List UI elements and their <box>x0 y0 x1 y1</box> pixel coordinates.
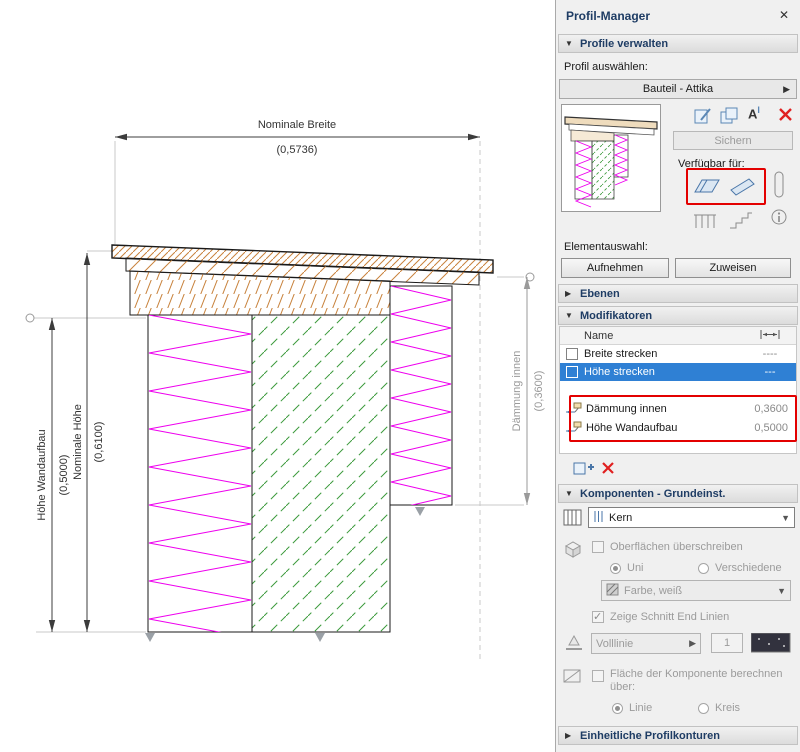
component-icon <box>562 507 584 532</box>
section-komponenten[interactable]: ▼ Komponenten - Grundeinst. <box>558 484 798 503</box>
new-profile-icon[interactable] <box>692 106 714 129</box>
flyout-arrow-icon: ▶ <box>689 638 696 649</box>
available-for-label: Verfügbar für: <box>678 158 745 170</box>
stair-tool-icon[interactable] <box>728 210 754 233</box>
modifier-dimension-icon <box>560 421 586 434</box>
railing-tool-icon[interactable] <box>692 210 718 233</box>
dim-insulation-label: Dämmung innen <box>511 351 523 432</box>
linetype-dropdown[interactable]: Volllinie ▶ <box>591 633 701 654</box>
beam-tool-icon[interactable] <box>728 174 758 201</box>
profile-select-label: Profil auswählen: <box>564 61 648 73</box>
expand-triangle-icon: ▶ <box>565 731 574 740</box>
element-selection-label: Elementauswahl: <box>564 241 648 253</box>
linie-radio[interactable]: Linie <box>612 702 652 714</box>
section-ebenen[interactable]: ▶ Ebenen <box>558 284 798 303</box>
wall-tool-icon[interactable] <box>692 174 722 201</box>
section-profile-verwalten[interactable]: ▼ Profile verwalten <box>558 34 798 53</box>
chevron-down-icon: ▼ <box>777 586 786 596</box>
surface-swatch-icon <box>606 583 619 599</box>
pen-color-button[interactable] <box>751 633 791 656</box>
kreis-radio[interactable]: Kreis <box>698 702 740 714</box>
stretch-extent-icon <box>744 330 796 342</box>
area-calc-checkbox[interactable]: Fläche der Komponente berechnen über: <box>592 668 790 694</box>
panel-title: Profil-Manager <box>566 9 650 23</box>
cut-end-lines-checkbox[interactable]: Zeige Schnitt End Linien <box>592 611 729 623</box>
checkbox[interactable] <box>592 541 604 553</box>
collapse-triangle-icon: ▼ <box>565 39 574 48</box>
profile-dropdown[interactable]: Bauteil - Attika ▶ <box>559 79 797 99</box>
chevron-down-icon: ▼ <box>781 513 790 523</box>
dim-width-label: Nominale Breite <box>258 119 336 131</box>
pen-line-icon <box>564 633 584 656</box>
dimension-width: Nominale Breite (0,5736) <box>115 119 480 156</box>
dimension-nominal-height: Nominale Höhe (0,6100) <box>72 253 105 632</box>
dimension-wall-height: Höhe Wandaufbau (0,5000) <box>36 318 70 632</box>
pen-number-field[interactable]: 1 <box>711 633 743 653</box>
modifier-list: Name Breite strecken ---- Höhe strecken … <box>559 326 797 454</box>
profil-manager-panel: Profil-Manager ✕ ▼ Profile verwalten Pro… <box>555 0 800 752</box>
profile-drawing-svg: Nominale Breite (0,5736) Höhe Wandaufbau… <box>0 0 555 752</box>
profile-dropdown-value: Bauteil - Attika <box>643 83 713 95</box>
exterior-insulation-layer <box>148 315 252 657</box>
radio-button[interactable] <box>698 703 709 714</box>
linetype-value: Volllinie <box>596 638 633 650</box>
rename-profile-icon[interactable]: AI <box>748 105 760 121</box>
profile-preview <box>561 104 661 212</box>
modifier-dimension-icon <box>560 402 586 415</box>
checkbox[interactable] <box>566 366 578 378</box>
close-icon[interactable]: ✕ <box>776 7 792 23</box>
uni-radio[interactable]: Uni <box>610 562 644 574</box>
dim-wall-height-value: (0,5000) <box>58 455 70 496</box>
dim-width-value: (0,5736) <box>277 144 318 156</box>
add-modifier-icon[interactable] <box>572 459 594 480</box>
component-dropdown-value: Kern <box>609 512 632 524</box>
name-column-header: Name <box>560 330 744 342</box>
param-row-hoehe-wandaufbau[interactable]: Höhe Wandaufbau 0,5000 <box>560 418 796 437</box>
dimension-insulation: Dämmung innen (0,3600) <box>511 277 545 505</box>
dim-nominal-height-label: Nominale Höhe <box>72 404 84 480</box>
surface-color-dropdown[interactable]: Farbe, weiß ▼ <box>601 580 791 601</box>
radio-button[interactable] <box>698 563 709 574</box>
radio-button[interactable] <box>610 563 621 574</box>
modifier-row-breite-strecken[interactable]: Breite strecken ---- <box>560 345 796 363</box>
dim-wall-height-label: Höhe Wandaufbau <box>36 429 48 520</box>
surface-override-icon <box>562 538 584 563</box>
interior-insulation-layer <box>390 286 452 524</box>
dim-nominal-height-value: (0,6100) <box>93 422 105 463</box>
checkbox[interactable] <box>592 611 604 623</box>
info-icon[interactable] <box>770 208 788 229</box>
verschiedene-radio[interactable]: Verschiedene <box>698 562 782 574</box>
collapse-triangle-icon: ▼ <box>565 311 574 320</box>
drawing-canvas[interactable]: Nominale Breite (0,5736) Höhe Wandaufbau… <box>0 0 555 752</box>
checkbox[interactable] <box>566 348 578 360</box>
column-tool-icon[interactable] <box>772 170 786 203</box>
component-dropdown[interactable]: Kern ▼ <box>588 507 795 528</box>
delete-profile-icon[interactable] <box>777 106 795 127</box>
param-row-daemmung-innen[interactable]: Dämmung innen 0,3600 <box>560 399 796 418</box>
collapse-triangle-icon: ▼ <box>565 489 574 498</box>
radio-button[interactable] <box>612 703 623 714</box>
checkbox[interactable] <box>592 670 604 682</box>
expand-triangle-icon: ▶ <box>565 289 574 298</box>
section-modifikatoren[interactable]: ▼ Modifikatoren <box>558 306 798 325</box>
surface-override-checkbox[interactable]: Oberflächen überschreiben <box>592 541 743 553</box>
duplicate-profile-icon[interactable] <box>719 106 741 129</box>
modifier-row-hoehe-strecken[interactable]: Höhe strecken --- <box>560 363 796 381</box>
delete-modifier-icon[interactable] <box>600 459 618 480</box>
pickup-button[interactable]: Aufnehmen <box>561 258 669 278</box>
area-calculation-icon <box>562 666 584 691</box>
modifier-list-header: Name <box>560 327 796 345</box>
wall-core-layer <box>252 315 390 632</box>
dim-insulation-value: (0,3600) <box>533 371 545 412</box>
section-profilkonturen[interactable]: ▶ Einheitliche Profilkonturen <box>558 726 798 745</box>
component-fill-swatch <box>593 510 604 526</box>
surface-color-value: Farbe, weiß <box>624 585 682 597</box>
save-button[interactable]: Sichern <box>673 131 793 150</box>
assign-button[interactable]: Zuweisen <box>675 258 791 278</box>
witness-circle-left <box>26 314 34 322</box>
flyout-arrow-icon: ▶ <box>783 84 790 95</box>
